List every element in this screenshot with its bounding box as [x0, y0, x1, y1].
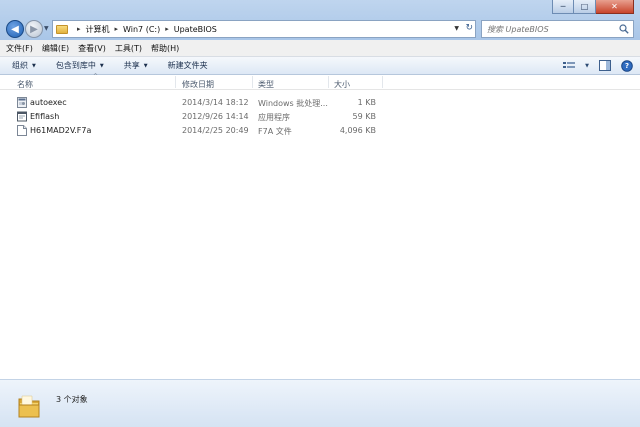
- forward-arrow-icon: ▶: [30, 23, 38, 35]
- forward-button[interactable]: ▶: [25, 20, 43, 38]
- preview-pane-button[interactable]: [598, 59, 612, 72]
- file-type: Windows 批处理...: [258, 99, 328, 108]
- search-input[interactable]: [487, 24, 615, 34]
- menu-bar: 文件(F) 编辑(E) 查看(V) 工具(T) 帮助(H): [0, 40, 640, 57]
- file-size: 1 KB: [357, 98, 376, 107]
- file-modified: 2012/9/26 14:14: [182, 112, 249, 121]
- file-row[interactable]: H61MAD2V.F7a 2014/2/25 20:49 F7A 文件 4,09…: [0, 124, 640, 138]
- refresh-icon[interactable]: ↻: [465, 23, 473, 33]
- details-pane: 3 个对象: [0, 379, 640, 427]
- file-list-pane[interactable]: ^ 名称 修改日期 类型 大小 autoexec 2014/3/14 18:12…: [0, 73, 640, 379]
- file-modified: 2014/3/14 18:12: [182, 98, 249, 107]
- view-list-icon: [563, 61, 575, 68]
- menu-edit[interactable]: 编辑(E): [42, 43, 69, 54]
- column-divider[interactable]: [328, 76, 329, 88]
- folder-icon: [18, 395, 40, 418]
- menu-view[interactable]: 查看(V): [78, 43, 106, 54]
- chevron-down-icon: ▼: [143, 62, 148, 69]
- title-bar: ─ □ ✕ ◀ ▶ ▼ ▸ 计算机 ▸ Win7 (C:) ▸ UpateBIO…: [0, 0, 640, 40]
- column-header-name[interactable]: 名称: [17, 79, 33, 90]
- column-header-modified[interactable]: 修改日期: [182, 79, 214, 90]
- help-glyph: ?: [624, 61, 630, 70]
- column-headers: ^ 名称 修改日期 类型 大小: [0, 73, 640, 90]
- share-label: 共享: [123, 61, 140, 70]
- generic-file-icon: [17, 125, 27, 136]
- file-type: 应用程序: [258, 113, 290, 122]
- view-options-chevron-icon[interactable]: ▼: [584, 59, 590, 72]
- breadcrumb-separator[interactable]: ▸: [165, 25, 169, 33]
- column-divider[interactable]: [252, 76, 253, 88]
- minimize-button[interactable]: ─: [552, 0, 574, 14]
- help-button[interactable]: ?: [620, 59, 634, 72]
- share-button[interactable]: 共享 ▼: [124, 60, 148, 71]
- column-divider[interactable]: [382, 76, 383, 88]
- file-row[interactable]: autoexec 2014/3/14 18:12 Windows 批处理... …: [0, 96, 640, 110]
- menu-tools[interactable]: 工具(T): [115, 43, 142, 54]
- include-in-library-button[interactable]: 包含到库中 ▼: [56, 60, 104, 71]
- search-icon[interactable]: [619, 24, 629, 34]
- batch-file-icon: [17, 97, 27, 108]
- back-button[interactable]: ◀: [6, 20, 24, 38]
- preview-pane-icon: [599, 60, 611, 71]
- new-folder-button[interactable]: 新建文件夹: [168, 60, 208, 71]
- breadcrumb-folder[interactable]: UpateBIOS: [174, 25, 217, 34]
- search-box[interactable]: [481, 20, 634, 38]
- breadcrumb-separator[interactable]: ▸: [77, 25, 81, 33]
- file-name[interactable]: autoexec: [30, 98, 67, 107]
- file-name[interactable]: H61MAD2V.F7a: [30, 126, 91, 135]
- column-divider[interactable]: [175, 76, 176, 88]
- file-size: 59 KB: [352, 112, 376, 121]
- file-modified: 2014/2/25 20:49: [182, 126, 249, 135]
- recent-pages-dropdown[interactable]: ▼: [44, 25, 49, 32]
- change-view-button[interactable]: [562, 59, 576, 72]
- maximize-button[interactable]: □: [574, 0, 596, 14]
- menu-help[interactable]: 帮助(H): [151, 43, 179, 54]
- view-tools: ▼ ?: [562, 59, 634, 72]
- organize-label: 组织: [12, 61, 28, 70]
- file-type: F7A 文件: [258, 127, 292, 136]
- breadcrumb-drive[interactable]: Win7 (C:): [123, 25, 160, 34]
- window-controls: ─ □ ✕: [552, 0, 634, 14]
- chevron-down-icon: ▼: [32, 62, 36, 69]
- chevron-down-icon: ▼: [99, 62, 104, 69]
- column-header-size[interactable]: 大小: [334, 79, 350, 90]
- file-row[interactable]: Efiflash 2012/9/26 14:14 应用程序 59 KB: [0, 110, 640, 124]
- back-arrow-icon: ◀: [11, 23, 19, 35]
- organize-button[interactable]: 组织 ▼: [12, 60, 36, 71]
- address-bar[interactable]: ▸ 计算机 ▸ Win7 (C:) ▸ UpateBIOS ▼ ↻: [52, 20, 476, 38]
- application-icon: [17, 111, 27, 122]
- file-size: 4,096 KB: [339, 126, 376, 135]
- breadcrumb-computer[interactable]: 计算机: [86, 24, 110, 35]
- include-in-library-label: 包含到库中: [55, 61, 96, 70]
- folder-icon: [56, 24, 68, 34]
- breadcrumb-separator[interactable]: ▸: [115, 25, 119, 33]
- sort-ascending-icon: ^: [93, 73, 99, 80]
- file-name[interactable]: Efiflash: [30, 112, 59, 121]
- address-dropdown-icon[interactable]: ▼: [454, 25, 459, 32]
- menu-file[interactable]: 文件(F): [6, 43, 33, 54]
- close-button[interactable]: ✕: [596, 0, 634, 14]
- column-header-type[interactable]: 类型: [258, 79, 274, 90]
- item-count: 3 个对象: [56, 395, 88, 404]
- new-folder-label: 新建文件夹: [167, 61, 208, 70]
